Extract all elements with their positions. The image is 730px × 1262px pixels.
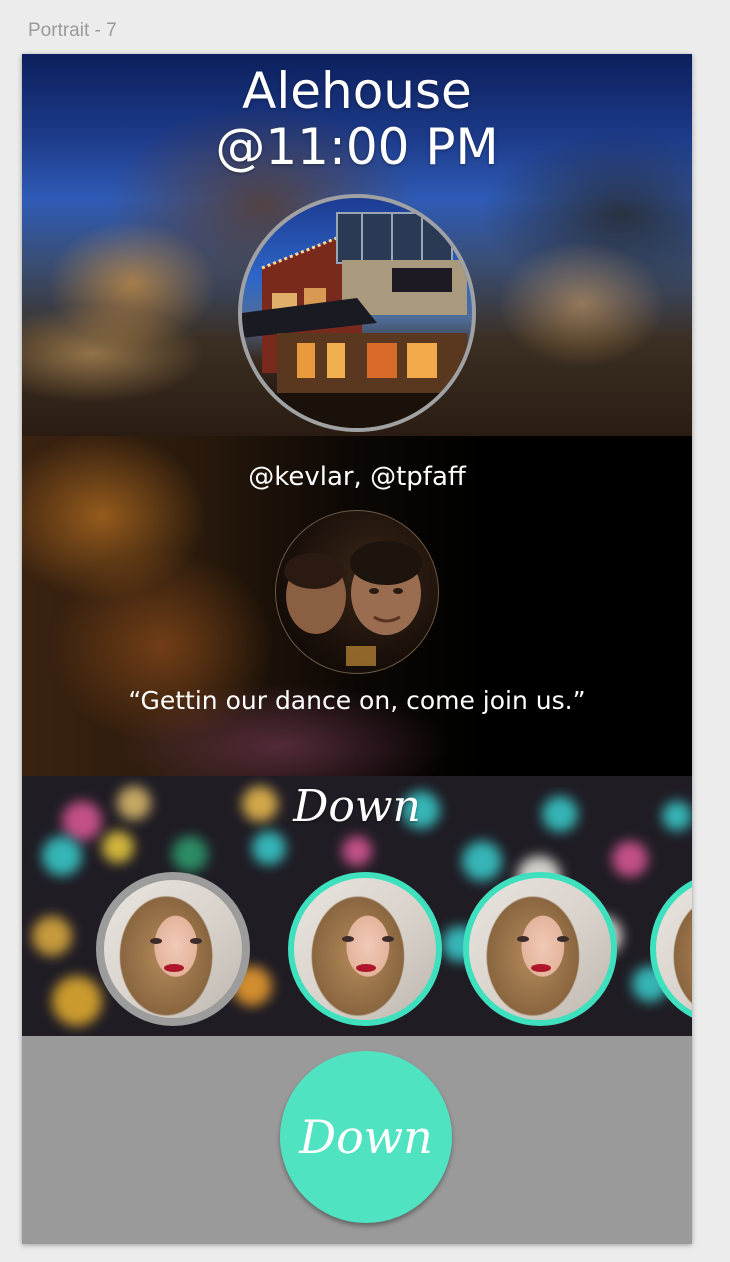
avatar-detail	[557, 936, 569, 942]
bokeh-light	[102, 831, 134, 863]
avatar-detail	[164, 964, 184, 972]
host-faces-image	[284, 541, 422, 666]
bokeh-light	[342, 836, 372, 866]
avatar-detail	[517, 936, 529, 942]
host-quote: “Gettin our dance on, come join us.”	[128, 686, 586, 715]
host-group-photo[interactable]	[275, 510, 439, 674]
attendees-section: Down	[22, 776, 692, 1036]
venue-name: Alehouse	[242, 62, 472, 120]
host-section: @kevlar, @tpfaff “Gettin our dance on, c…	[22, 436, 692, 776]
bokeh-light	[42, 836, 82, 876]
bokeh-light	[172, 836, 208, 872]
bokeh-light	[252, 831, 286, 865]
down-button[interactable]: Down	[280, 1051, 452, 1223]
attendee-avatar[interactable]	[96, 872, 250, 1026]
venue-photo[interactable]	[238, 194, 476, 432]
avatar-detail	[382, 936, 394, 942]
bokeh-light	[612, 841, 648, 877]
avatar-detail	[342, 936, 354, 942]
venue-hero: Alehouse @11:00 PM	[22, 54, 692, 436]
down-section-heading: Down	[293, 781, 421, 832]
attendee-avatar[interactable]	[650, 872, 692, 1026]
venue-building-image	[242, 212, 472, 428]
footer-bar: Down	[22, 1036, 692, 1244]
avatar-detail	[356, 964, 376, 972]
bokeh-light	[52, 976, 102, 1026]
host-mentions[interactable]: @kevlar, @tpfaff	[22, 462, 692, 492]
artboard-label: Portrait - 7	[28, 20, 117, 41]
avatar-detail	[190, 938, 202, 944]
avatar-detail	[150, 938, 162, 944]
event-time: @11:00 PM	[215, 118, 499, 176]
avatar-detail	[531, 964, 551, 972]
bokeh-light	[462, 841, 502, 881]
bokeh-light	[32, 916, 72, 956]
attendee-avatar[interactable]	[288, 872, 442, 1026]
attendee-avatar[interactable]	[463, 872, 617, 1026]
phone-frame: Alehouse @11:00 PM @kevlar, @tpfaff “Get…	[22, 54, 692, 1244]
